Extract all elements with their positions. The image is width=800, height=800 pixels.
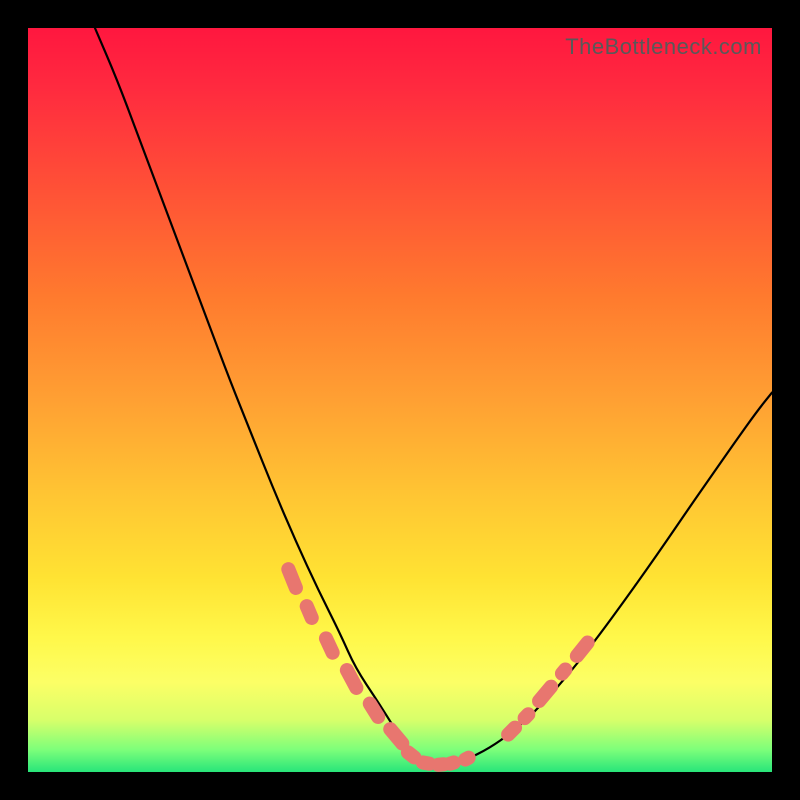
marker-capsule xyxy=(297,597,320,627)
plot-svg xyxy=(28,28,772,772)
marker-capsule xyxy=(529,677,561,711)
marker-group xyxy=(279,560,597,773)
curve-right xyxy=(467,393,772,760)
curve-left xyxy=(95,28,419,759)
marker-capsule xyxy=(567,633,598,666)
chart-area: TheBottleneck.com xyxy=(28,28,772,772)
marker-capsule xyxy=(279,560,305,597)
marker-capsule xyxy=(317,629,342,662)
marker-capsule xyxy=(552,660,575,684)
